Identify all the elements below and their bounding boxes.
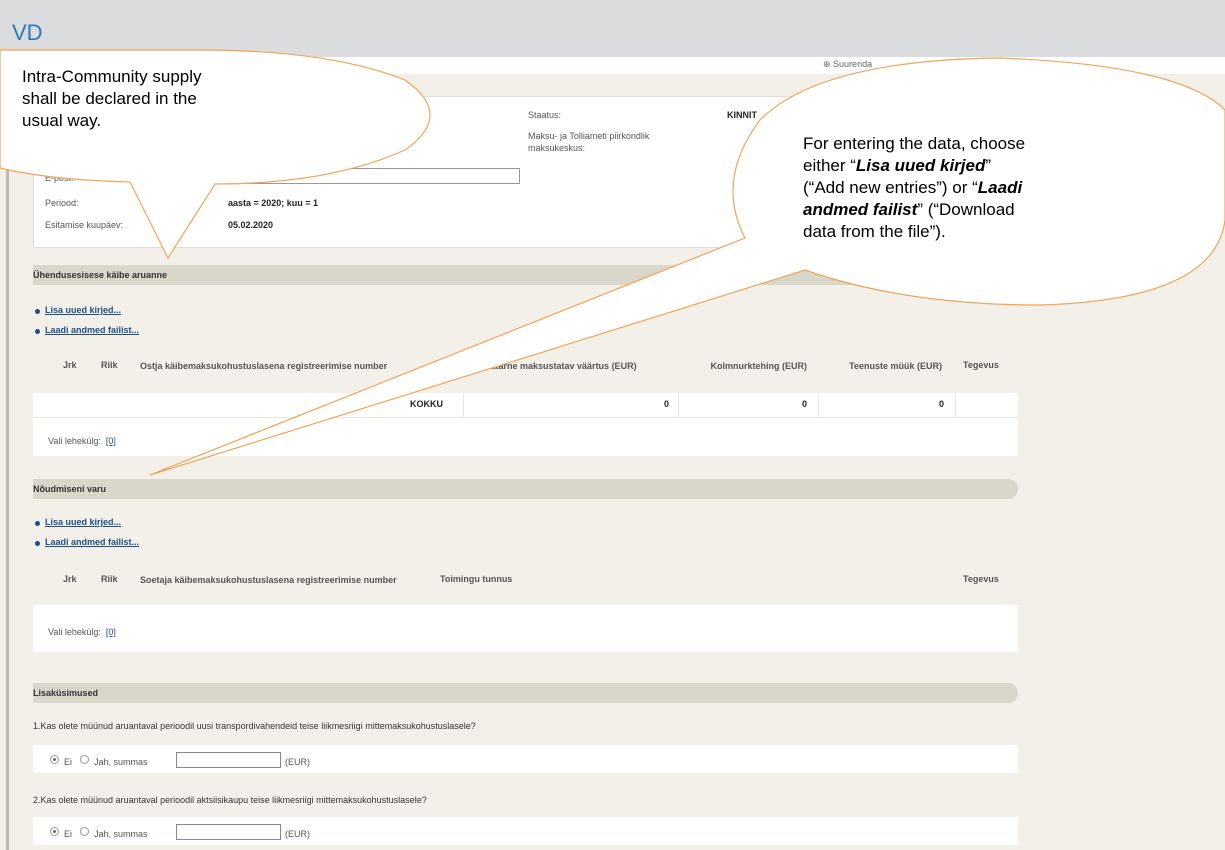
- right-callout-text: For entering the data, choose either “Li…: [803, 134, 1026, 241]
- left-callout-text: Intra-Community supply shall be declared…: [22, 67, 202, 130]
